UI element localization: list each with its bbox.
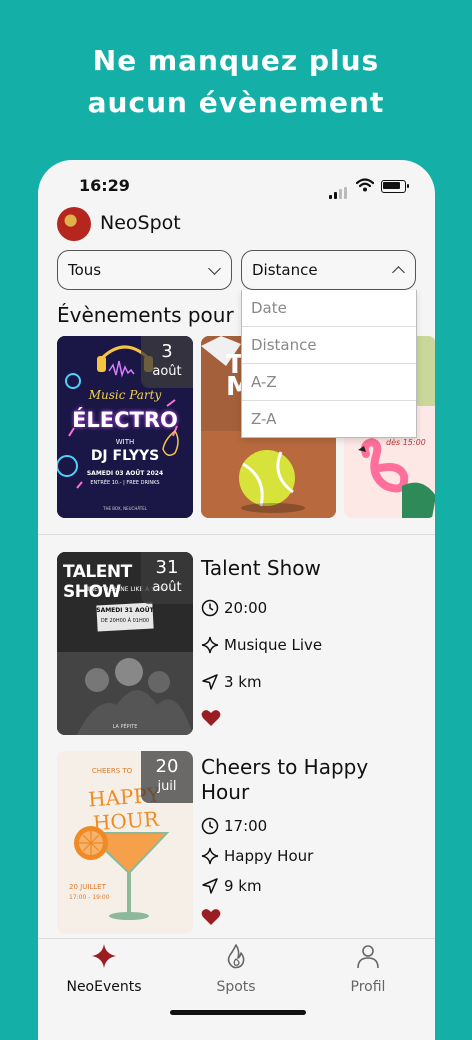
headline-line-2: aucun évènement <box>87 86 385 119</box>
category-dropdown[interactable]: Tous <box>57 250 232 290</box>
date-day: 31 <box>155 557 179 578</box>
event-category-row: Happy Hour <box>201 845 313 867</box>
tab-neoevents[interactable]: NeoEvents <box>38 939 170 995</box>
event-distance: 3 km <box>224 673 262 691</box>
electro-poster-dj: DJ FLYYS <box>90 448 160 464</box>
event-distance: 9 km <box>224 877 262 895</box>
event-category: Musique Live <box>224 636 323 654</box>
favorite-heart-icon[interactable] <box>201 908 221 926</box>
tab-label: NeoEvents <box>66 979 142 995</box>
event-category-row: Musique Live <box>201 634 322 656</box>
battery-icon <box>381 180 409 193</box>
clock-icon <box>201 817 219 835</box>
featured-section-title: Évènements pour <box>57 303 234 327</box>
sort-option-distance[interactable]: Distance <box>242 326 416 363</box>
tab-label: Spots <box>216 979 256 995</box>
sort-option-date[interactable]: Date <box>242 290 416 326</box>
star-sparkle-icon <box>92 944 116 968</box>
electro-poster-date: SAMEDI 03 AOÛT 2024 <box>86 470 164 477</box>
chevron-down-icon <box>208 262 221 275</box>
tab-label: Profil <box>350 979 386 995</box>
electro-poster-entry: ENTRÉE 10.- | FREE DRINKS <box>90 480 160 486</box>
happy-poster-date: 20 JUILLET <box>69 883 106 891</box>
section-divider <box>38 534 435 535</box>
event-time-row: 17:00 <box>201 815 267 837</box>
flame-icon <box>227 944 245 969</box>
bottom-tab-bar: NeoEvents Spots Profil <box>38 938 435 1040</box>
date-badge: 20 juil <box>141 751 193 803</box>
electro-poster-venue: THE BOX, NEUCHÂTEL <box>103 506 147 511</box>
wifi-icon <box>356 178 374 192</box>
event-distance-row: 9 km <box>201 875 262 897</box>
phone-screen: 16:29 NeoSpot Tous Distance Date Distanc… <box>38 160 435 1040</box>
sort-option-za[interactable]: Z-A <box>242 400 416 437</box>
date-month: août <box>152 580 182 595</box>
app-logo <box>57 207 91 241</box>
sort-dropdown-value: Distance <box>252 261 318 279</box>
promo-headline: Ne manquez plus aucun évènement <box>0 40 472 124</box>
featured-card-electro[interactable]: Music Party ÉLECTRO WITH DJ FLYYS SAMEDI… <box>57 336 193 518</box>
signal-icon <box>329 180 349 199</box>
category-dropdown-value: Tous <box>68 261 102 279</box>
person-icon <box>357 945 379 969</box>
status-time: 16:29 <box>79 176 130 195</box>
event-time: 20:00 <box>224 599 268 617</box>
electro-poster-title: Music Party <box>88 388 162 402</box>
flamingo-poster-text: dès 15:00 <box>386 438 426 447</box>
talent-poster-date: SAMEDI 31 AOÛT <box>96 607 154 614</box>
headline-line-1: Ne manquez plus <box>92 44 380 77</box>
sort-dropdown[interactable]: Distance <box>241 250 416 290</box>
sparkle-icon <box>201 847 219 865</box>
event-title[interactable]: Talent Show <box>201 556 421 581</box>
date-badge: 3 août <box>141 336 193 388</box>
tab-spots[interactable]: Spots <box>170 939 302 995</box>
date-day: 20 <box>155 756 179 777</box>
date-day: 3 <box>161 341 173 362</box>
event-image-happy-hour[interactable]: CHEERS TO HAPPY HOUR 20 JUILLET 17:00 - … <box>57 751 193 934</box>
favorite-heart-icon[interactable] <box>201 709 221 727</box>
home-indicator <box>170 1010 306 1015</box>
chevron-up-icon <box>392 266 405 279</box>
sort-option-az[interactable]: A-Z <box>242 363 416 400</box>
status-bar: 16:29 <box>38 174 435 199</box>
date-month: juil <box>157 779 177 794</box>
talent-poster-venue: LA PÉPITE <box>112 724 138 730</box>
date-badge: 31 août <box>141 552 193 604</box>
sort-options-menu: Date Distance A-Z Z-A <box>241 290 417 438</box>
date-month: août <box>152 364 182 379</box>
event-image-talent-show[interactable]: TALENT SHOW TIME TO SHINE LIKE A STAR SA… <box>57 552 193 735</box>
event-category: Happy Hour <box>224 847 314 865</box>
event-time-row: 20:00 <box>201 597 267 619</box>
electro-poster-main: ÉLECTRO <box>72 408 178 432</box>
electro-poster-with: WITH <box>115 438 135 446</box>
event-time: 17:00 <box>224 817 268 835</box>
navigation-arrow-icon <box>202 878 218 894</box>
tab-profil[interactable]: Profil <box>302 939 434 995</box>
event-title[interactable]: Cheers to Happy Hour <box>201 755 421 805</box>
happy-poster-hours: 17:00 - 19:00 <box>69 894 110 901</box>
event-distance-row: 3 km <box>201 671 262 693</box>
sparkle-icon <box>201 636 219 654</box>
talent-poster-hours: DE 20H00 À 01H00 <box>100 618 150 624</box>
app-name: NeoSpot <box>100 212 181 234</box>
navigation-arrow-icon <box>202 674 218 690</box>
clock-icon <box>201 599 219 617</box>
